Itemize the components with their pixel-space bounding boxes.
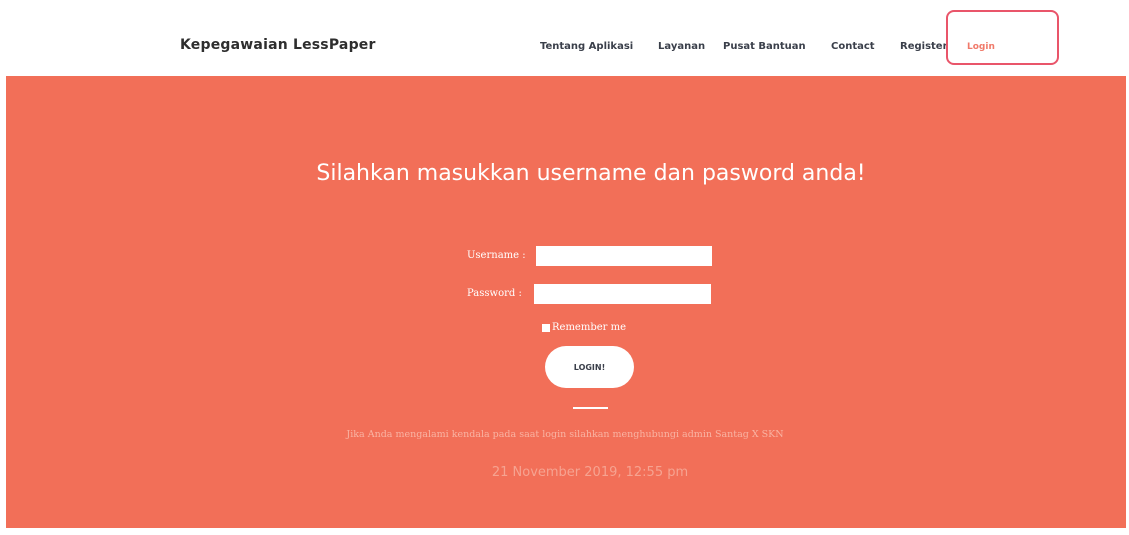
- password-label: Password :: [467, 288, 522, 299]
- top-navbar: Kepegawaian LessPaper Tentang Aplikasi L…: [0, 0, 1129, 76]
- nav-login-label: Login: [967, 42, 995, 52]
- nav-item-tentang-aplikasi[interactable]: Tentang Aplikasi: [540, 41, 633, 52]
- divider-line: [573, 407, 608, 409]
- login-hero-panel: Silahkan masukkan username dan pasword a…: [6, 76, 1126, 528]
- username-label: Username :: [467, 250, 526, 261]
- nav-item-register[interactable]: Register: [900, 41, 948, 52]
- login-title: Silahkan masukkan username dan pasword a…: [316, 161, 866, 186]
- nav-item-login[interactable]: Login: [946, 10, 1059, 65]
- remember-me-label: Remember me: [552, 322, 627, 333]
- nav-item-contact[interactable]: Contact: [831, 41, 875, 52]
- remember-me-checkbox[interactable]: [542, 323, 550, 332]
- password-input[interactable]: [534, 284, 711, 304]
- brand-logo-text[interactable]: Kepegawaian LessPaper: [180, 37, 376, 53]
- remember-me-option[interactable]: Remember me: [542, 322, 626, 333]
- current-datetime: 21 November 2019, 12:55 pm: [491, 465, 689, 480]
- login-submit-button[interactable]: LOGIN!: [545, 346, 634, 388]
- login-help-text: Jika Anda mengalami kendala pada saat lo…: [346, 429, 784, 440]
- nav-item-pusat-bantuan[interactable]: Pusat Bantuan: [723, 41, 806, 52]
- username-input[interactable]: [536, 246, 712, 266]
- nav-item-layanan[interactable]: Layanan: [658, 41, 705, 52]
